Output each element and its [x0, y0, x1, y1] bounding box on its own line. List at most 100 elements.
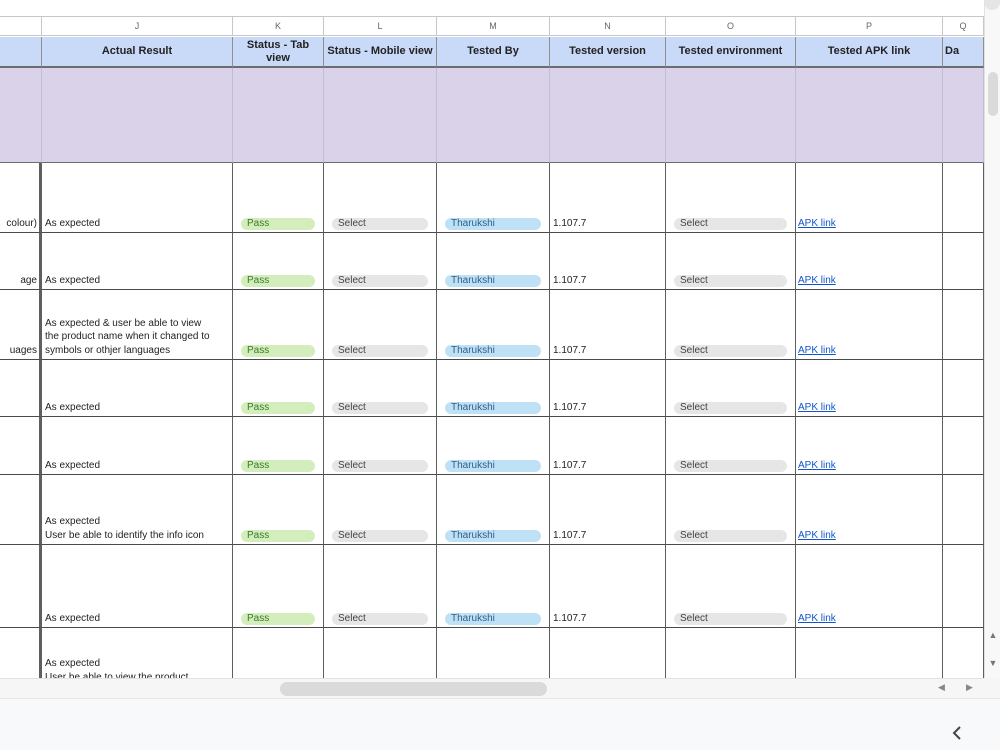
- table-cell[interactable]: As expected: [42, 233, 233, 290]
- table-cell[interactable]: Tharukshi: [437, 233, 550, 290]
- apk-link[interactable]: APK link: [798, 345, 836, 357]
- chevron-left-icon[interactable]: [950, 725, 964, 741]
- status-tab-chip[interactable]: Pass: [241, 613, 315, 625]
- table-cell[interactable]: [437, 628, 550, 678]
- table-cell[interactable]: colour): [0, 163, 42, 233]
- status-tab-chip[interactable]: Pass: [241, 275, 315, 287]
- table-cell[interactable]: [666, 628, 796, 678]
- table-cell[interactable]: 1.107.7: [550, 545, 666, 628]
- col-letter-m[interactable]: M: [437, 17, 550, 36]
- table-cell[interactable]: APK link: [796, 545, 943, 628]
- table-cell[interactable]: [550, 628, 666, 678]
- tested-environment-dropdown[interactable]: Select: [674, 613, 787, 625]
- table-cell[interactable]: [0, 360, 42, 417]
- table-cell[interactable]: [943, 290, 984, 360]
- col-letter-l[interactable]: L: [324, 17, 437, 36]
- col-letter-k[interactable]: K: [233, 17, 324, 36]
- header-cell-p[interactable]: Tested APK link: [796, 37, 943, 68]
- table-cell[interactable]: As expected: [42, 417, 233, 475]
- table-cell[interactable]: As expected & user be able to view the pr…: [42, 290, 233, 360]
- header-cell-prev[interactable]: [0, 37, 42, 68]
- table-cell[interactable]: [796, 628, 943, 678]
- section-cell[interactable]: [233, 68, 324, 163]
- table-cell[interactable]: 1.107.7: [550, 233, 666, 290]
- tested-by-chip[interactable]: Tharukshi: [445, 275, 541, 287]
- tested-environment-dropdown[interactable]: Select: [674, 402, 787, 414]
- table-cell[interactable]: [0, 628, 42, 678]
- status-tab-chip[interactable]: Pass: [241, 345, 315, 357]
- status-tab-chip[interactable]: Pass: [241, 530, 315, 542]
- table-cell[interactable]: [324, 628, 437, 678]
- table-cell[interactable]: Select: [666, 475, 796, 545]
- header-cell-o[interactable]: Tested environment: [666, 37, 796, 68]
- table-cell[interactable]: [0, 475, 42, 545]
- table-cell[interactable]: [943, 545, 984, 628]
- tested-environment-dropdown[interactable]: Select: [674, 530, 787, 542]
- table-cell[interactable]: 1.107.7: [550, 163, 666, 233]
- table-cell[interactable]: Select: [666, 233, 796, 290]
- status-mobile-dropdown[interactable]: Select: [332, 218, 428, 230]
- header-cell-n[interactable]: Tested version: [550, 37, 666, 68]
- status-mobile-dropdown[interactable]: Select: [332, 402, 428, 414]
- table-cell[interactable]: APK link: [796, 290, 943, 360]
- table-cell[interactable]: 1.107.7: [550, 290, 666, 360]
- col-letter-j[interactable]: J: [42, 17, 233, 36]
- table-cell[interactable]: Select: [666, 417, 796, 475]
- table-cell[interactable]: [943, 163, 984, 233]
- table-cell[interactable]: [943, 475, 984, 545]
- status-mobile-dropdown[interactable]: Select: [332, 345, 428, 357]
- status-tab-chip[interactable]: Pass: [241, 402, 315, 414]
- tested-by-chip[interactable]: Tharukshi: [445, 613, 541, 625]
- horizontal-scrollbar[interactable]: ◀ ▶: [0, 678, 984, 698]
- header-cell-k[interactable]: Status - Tab view: [233, 37, 324, 68]
- apk-link[interactable]: APK link: [798, 275, 836, 287]
- apk-link[interactable]: APK link: [798, 460, 836, 472]
- header-cell-m[interactable]: Tested By: [437, 37, 550, 68]
- table-cell[interactable]: Select: [324, 545, 437, 628]
- status-mobile-dropdown[interactable]: Select: [332, 530, 428, 542]
- apk-link[interactable]: APK link: [798, 218, 836, 230]
- tested-by-chip[interactable]: Tharukshi: [445, 218, 541, 230]
- scroll-down-icon[interactable]: ▼: [985, 658, 1000, 668]
- table-cell[interactable]: Select: [324, 290, 437, 360]
- table-cell[interactable]: Select: [324, 233, 437, 290]
- table-cell[interactable]: As expected: [42, 545, 233, 628]
- table-cell[interactable]: [943, 360, 984, 417]
- table-cell[interactable]: Select: [666, 163, 796, 233]
- table-cell[interactable]: APK link: [796, 417, 943, 475]
- table-cell[interactable]: Select: [324, 163, 437, 233]
- tested-by-chip[interactable]: Tharukshi: [445, 530, 541, 542]
- status-tab-chip[interactable]: Pass: [241, 460, 315, 472]
- table-cell[interactable]: Select: [666, 360, 796, 417]
- status-mobile-dropdown[interactable]: Select: [332, 275, 428, 287]
- table-cell[interactable]: [233, 628, 324, 678]
- table-cell[interactable]: [943, 628, 984, 678]
- table-cell[interactable]: APK link: [796, 233, 943, 290]
- section-cell[interactable]: [943, 68, 984, 163]
- apk-link[interactable]: APK link: [798, 402, 836, 414]
- table-cell[interactable]: Select: [324, 475, 437, 545]
- table-cell[interactable]: As expected User be able to view the prod…: [42, 628, 233, 678]
- table-cell[interactable]: Pass: [233, 417, 324, 475]
- table-cell[interactable]: 1.107.7: [550, 360, 666, 417]
- col-letter-p[interactable]: P: [796, 17, 943, 36]
- vertical-scroll-thumb[interactable]: [988, 72, 998, 116]
- section-cell[interactable]: [42, 68, 233, 163]
- section-cell[interactable]: [0, 68, 42, 163]
- table-cell[interactable]: [0, 417, 42, 475]
- table-cell[interactable]: Pass: [233, 475, 324, 545]
- table-cell[interactable]: 1.107.7: [550, 475, 666, 545]
- header-cell-l[interactable]: Status - Mobile view: [324, 37, 437, 68]
- table-cell[interactable]: Select: [324, 360, 437, 417]
- section-cell[interactable]: [666, 68, 796, 163]
- table-cell[interactable]: Pass: [233, 290, 324, 360]
- table-cell[interactable]: Select: [324, 417, 437, 475]
- tested-by-chip[interactable]: Tharukshi: [445, 402, 541, 414]
- section-cell[interactable]: [324, 68, 437, 163]
- header-cell-q[interactable]: Da: [943, 37, 984, 68]
- section-cell[interactable]: [550, 68, 666, 163]
- scroll-right-icon[interactable]: ▶: [966, 682, 973, 693]
- section-cell[interactable]: [796, 68, 943, 163]
- table-cell[interactable]: Select: [666, 545, 796, 628]
- scroll-left-icon[interactable]: ◀: [938, 682, 945, 693]
